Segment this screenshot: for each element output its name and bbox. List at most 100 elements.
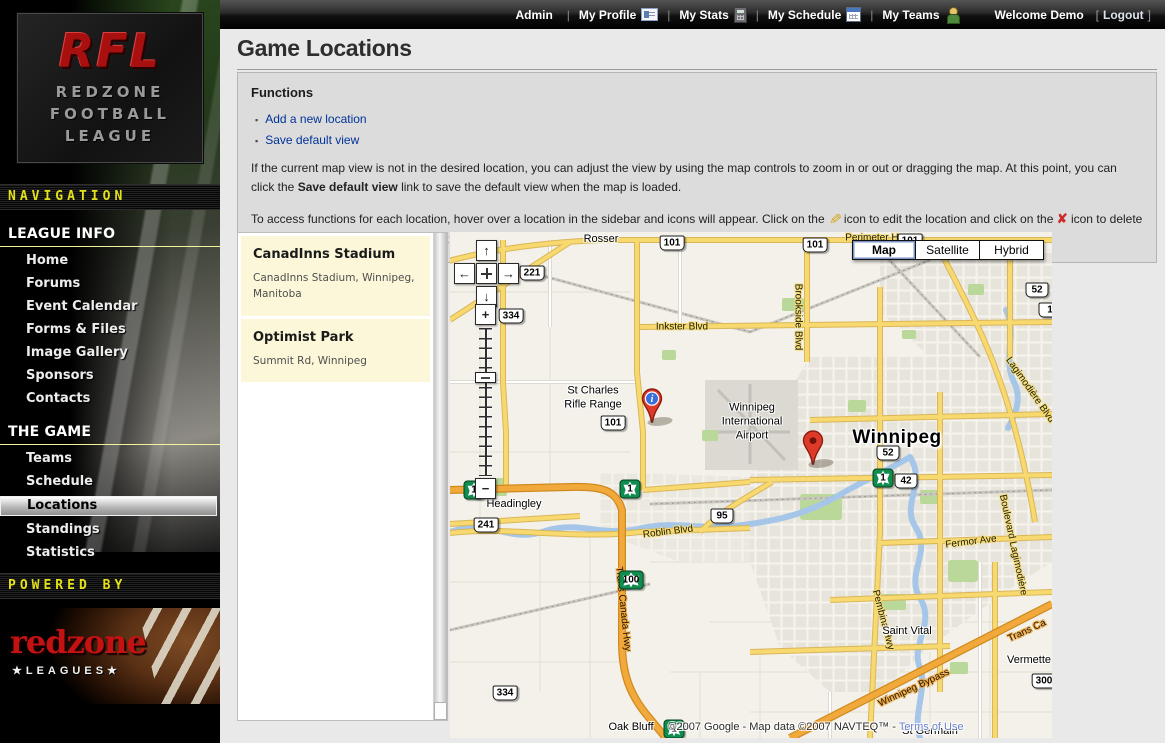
main-content: Game Locations Functions ▪ Add a new loc… (220, 29, 1165, 743)
sidebar-item-forms-files[interactable]: Forms & Files (0, 321, 220, 339)
map-pan-left-button[interactable]: ← (454, 263, 475, 284)
highway-shield-334: 334 (493, 686, 518, 701)
people-icon (945, 7, 960, 23)
paragraph-text: To access functions for each location, h… (251, 212, 828, 226)
sidebar-item-statistics[interactable]: Statistics (0, 544, 220, 562)
map-label-line: Winnipeg (722, 401, 783, 415)
shield-number: 1 (1047, 305, 1052, 316)
map-road-label: Inkster Blvd (656, 322, 708, 333)
svg-text:i: i (651, 394, 654, 405)
topbar-item-my-profile[interactable]: My Profile (579, 8, 658, 22)
highway-shield-221: 221 (520, 266, 545, 281)
sidebar-item-contacts[interactable]: Contacts (0, 390, 220, 408)
map-road-label: Roblin Blvd (642, 523, 694, 540)
map-place-label: WinnipegInternationalAirport (722, 401, 783, 442)
map-type-map[interactable]: Map (852, 240, 916, 260)
topbar: Admin|My Profile|My Stats|My Schedule|My… (220, 0, 1165, 29)
bracket: ] (1148, 8, 1151, 22)
map-canvas[interactable]: RosserPerimeter HwyInkster BlvdBrookside… (450, 232, 1052, 738)
scrollbar-thumb[interactable] (434, 702, 447, 720)
sidebar-item-schedule[interactable]: Schedule (0, 473, 220, 491)
map-place-label: Rosser (584, 233, 619, 245)
map-type-satellite[interactable]: Satellite (916, 240, 980, 260)
highway-shield-101: 101 (803, 238, 828, 253)
map-type-controls: MapSatelliteHybrid (852, 240, 1044, 260)
sidebar-item-teams[interactable]: Teams (0, 450, 220, 468)
sidebar-item-sponsors[interactable]: Sponsors (0, 367, 220, 385)
map-place-label: Headingley (486, 498, 541, 510)
topbar-item-my-schedule[interactable]: My Schedule (768, 7, 861, 22)
instructions-paragraph-1: If the current map view is not in the de… (251, 159, 1143, 196)
function-link-row: ▪ Save default view (255, 131, 1143, 150)
shield-number: 1 (880, 473, 886, 484)
sidebar-menu: LEAGUE INFOHomeForumsEvent CalendarForms… (0, 224, 220, 562)
separator: | (870, 8, 873, 22)
highway-shield-95: 95 (711, 509, 734, 524)
location-name: Optimist Park (253, 330, 418, 345)
topbar-item-my-teams[interactable]: My Teams (882, 7, 959, 23)
map-road-label: Pembina Hwy (870, 589, 897, 651)
delete-x-icon (1057, 212, 1068, 226)
sidebar-item-home[interactable]: Home (0, 252, 220, 270)
separator: | (756, 8, 759, 22)
highway-shield-52: 52 (1026, 283, 1049, 298)
location-list-scrollbar[interactable] (433, 233, 447, 720)
bullet-icon: ▪ (255, 135, 258, 149)
separator: | (567, 8, 570, 22)
redzone-leagues-logo: redzone ★LEAGUES★ (0, 608, 220, 704)
shield-number: 101 (807, 240, 824, 251)
welcome-text: Welcome Demo (995, 8, 1084, 22)
highway-shield-1: 1 (1039, 303, 1053, 318)
save-default-view-link[interactable]: Save default view (265, 131, 359, 150)
map-road-label: Winnipeg Bypass (877, 667, 952, 710)
sidebar-item-standings[interactable]: Standings (0, 521, 220, 539)
shield-number: 334 (497, 688, 514, 699)
topbar-item-label: My Teams (882, 8, 939, 22)
page-title: Game Locations (237, 35, 1157, 62)
sidebar-item-forums[interactable]: Forums (0, 275, 220, 293)
map-marker-1[interactable]: i (641, 388, 663, 424)
sidebar-item-event-calendar[interactable]: Event Calendar (0, 298, 220, 316)
location-card-canadinns-stadium[interactable]: CanadInns StadiumCanadInns Stadium, Winn… (241, 236, 430, 316)
navigation-banner: NAVIGATION (0, 184, 220, 210)
map-zoom-slider-track[interactable] (479, 328, 492, 476)
location-list: CanadInns StadiumCanadInns Stadium, Winn… (238, 233, 433, 720)
map-pan-up-button[interactable]: ↑ (476, 240, 497, 261)
shield-number: 221 (524, 268, 541, 279)
topbar-item-label: Admin (515, 8, 552, 22)
map-zoom-out-button[interactable]: − (475, 478, 496, 499)
location-card-optimist-park[interactable]: Optimist ParkSummit Rd, Winnipeg (241, 319, 430, 383)
sidebar-item-image-gallery[interactable]: Image Gallery (0, 344, 220, 362)
paragraph-bold-text: Save default view (298, 180, 398, 194)
sidebar-item-locations[interactable]: Locations (0, 496, 217, 516)
map-zoom-slider-thumb[interactable] (475, 372, 496, 383)
logout-link[interactable]: Logout (1103, 8, 1144, 22)
add-location-link[interactable]: Add a new location (265, 110, 366, 129)
map-type-hybrid[interactable]: Hybrid (980, 240, 1044, 260)
topbar-item-label: My Profile (579, 8, 636, 22)
map-place-label: St CharlesRifle Range (564, 384, 621, 412)
rfl-logo-line: FOOTBALL (50, 104, 170, 126)
map-marker-2[interactable] (802, 430, 824, 466)
map-zoom-in-button[interactable]: + (475, 304, 496, 325)
map-road-label: Boulevard Lagimodière (997, 494, 1029, 597)
bracket: [ (1096, 8, 1099, 22)
map-label-line: International (722, 415, 783, 429)
highway-shield-241: 241 (474, 518, 499, 533)
topbar-item-label: My Stats (679, 8, 728, 22)
highway-shield-52: 52 (877, 446, 900, 461)
location-list-panel: CanadInns StadiumCanadInns Stadium, Winn… (237, 232, 448, 721)
function-link-row: ▪ Add a new location (255, 110, 1143, 129)
shield-number: 100 (623, 575, 640, 586)
topbar-item-my-stats[interactable]: My Stats (679, 7, 746, 23)
map-pan-right-button[interactable]: → (498, 263, 519, 284)
logout-group: [ Logout ] (1096, 8, 1151, 22)
map-copyright: ©2007 Google - Map data ©2007 NAVTEQ™ - … (580, 721, 1052, 733)
terms-of-use-link[interactable]: Terms of Use (899, 721, 964, 733)
map-recenter-button[interactable] (476, 263, 497, 284)
shield-number: 101 (664, 238, 681, 249)
map-road-label: Lagimodière Blvd (1003, 355, 1052, 425)
topbar-item-admin[interactable]: Admin (515, 8, 557, 22)
highway-shield-334: 334 (499, 309, 524, 324)
shield-number: 1 (627, 484, 633, 495)
